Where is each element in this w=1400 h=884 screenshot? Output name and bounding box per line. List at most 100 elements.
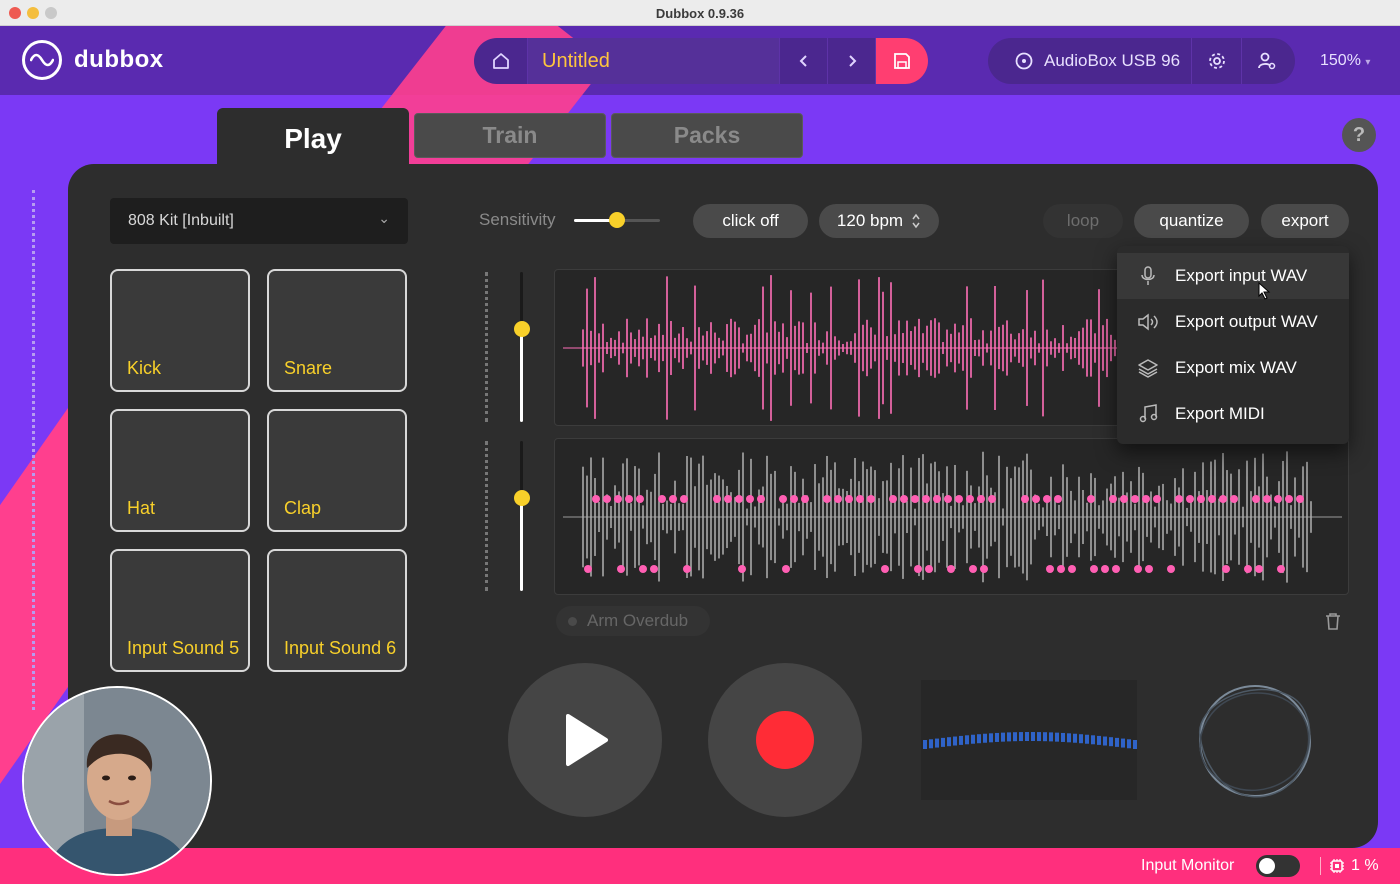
pad-hat[interactable]: Hat xyxy=(110,409,250,532)
home-button[interactable] xyxy=(474,38,528,84)
quantize-button[interactable]: quantize xyxy=(1134,204,1249,238)
kit-selector-value: 808 Kit [Inbuilt] xyxy=(128,212,234,229)
menu-item-label: Export output WAV xyxy=(1175,312,1318,331)
onset-marker xyxy=(977,495,985,503)
pad-snare[interactable]: Snare xyxy=(267,269,407,392)
onset-marker xyxy=(1244,565,1252,573)
lane-top-volume-handle[interactable] xyxy=(514,321,530,337)
level-segment xyxy=(929,739,933,749)
onset-marker xyxy=(1054,495,1062,503)
onset-marker xyxy=(1167,565,1175,573)
device-icon xyxy=(1015,52,1033,70)
onset-marker xyxy=(713,495,721,503)
tab-packs[interactable]: Packs xyxy=(611,113,803,158)
output-waveform xyxy=(563,451,1342,583)
up-down-icon xyxy=(912,213,920,229)
onset-marker xyxy=(955,495,963,503)
project-title[interactable]: Untitled xyxy=(528,38,780,84)
tab-train[interactable]: Train xyxy=(414,113,606,158)
level-segment xyxy=(1061,732,1065,742)
audio-device-group: AudioBox USB 96 xyxy=(988,38,1295,84)
pad-input-sound-5[interactable]: Input Sound 5 xyxy=(110,549,250,672)
pad-clap[interactable]: Clap xyxy=(267,409,407,532)
onset-marker xyxy=(823,495,831,503)
redo-button[interactable] xyxy=(828,38,876,84)
onset-marker xyxy=(1175,495,1183,503)
audio-device-selector[interactable]: AudioBox USB 96 xyxy=(988,38,1192,84)
loop-toggle[interactable]: loop xyxy=(1043,204,1123,238)
onset-marker xyxy=(1230,495,1238,503)
onset-marker xyxy=(1032,495,1040,503)
level-segment xyxy=(1097,735,1101,745)
sensitivity-handle[interactable] xyxy=(609,212,625,228)
record-button[interactable] xyxy=(708,663,862,817)
project-nav: Untitled xyxy=(474,38,928,84)
onset-marker xyxy=(603,495,611,503)
onset-marker xyxy=(790,495,798,503)
level-segment xyxy=(923,740,927,749)
export-button[interactable]: export xyxy=(1261,204,1349,238)
zoom-selector[interactable]: 150% ▾ xyxy=(1320,52,1370,70)
pad-label: Kick xyxy=(127,358,162,378)
lane-bottom-volume-handle[interactable] xyxy=(514,490,530,506)
onset-marker xyxy=(1222,565,1230,573)
onset-marker xyxy=(1043,495,1051,503)
zoom-value: 150% xyxy=(1320,52,1361,69)
onset-marker xyxy=(1090,565,1098,573)
input-level-display xyxy=(921,680,1137,800)
onset-marker xyxy=(592,495,600,503)
onset-marker xyxy=(1219,495,1227,503)
level-segment xyxy=(1037,732,1041,742)
pad-kick[interactable]: Kick xyxy=(110,269,250,392)
settings-button[interactable] xyxy=(1192,38,1242,84)
level-segment xyxy=(947,737,951,747)
menu-item-export-output-wav[interactable]: Export output WAV xyxy=(1117,299,1349,345)
click-toggle[interactable]: click off xyxy=(693,204,808,238)
kit-selector[interactable]: 808 Kit [Inbuilt] ⌄ xyxy=(110,198,408,244)
onset-marker xyxy=(724,495,732,503)
help-button[interactable]: ? xyxy=(1342,118,1376,152)
record-icon xyxy=(756,711,814,769)
level-segment xyxy=(1133,740,1137,749)
onset-marker xyxy=(1145,565,1153,573)
sensitivity-slider[interactable] xyxy=(574,212,660,228)
onset-marker xyxy=(933,495,941,503)
onset-marker xyxy=(988,495,996,503)
menu-item-export-input-wav[interactable]: Export input WAV xyxy=(1117,253,1349,299)
onset-marker xyxy=(1101,565,1109,573)
level-segment xyxy=(1049,732,1053,742)
onset-marker xyxy=(1142,495,1150,503)
menu-item-export-midi[interactable]: Export MIDI xyxy=(1117,391,1349,437)
audio-device-name: AudioBox USB 96 xyxy=(1044,51,1181,70)
level-segment xyxy=(1043,732,1047,742)
menu-item-label: Export mix WAV xyxy=(1175,358,1297,377)
level-meter-graphic xyxy=(923,732,1137,749)
user-settings-icon xyxy=(1258,52,1276,70)
level-segment xyxy=(1007,732,1011,742)
onset-marker xyxy=(1277,565,1285,573)
level-segment xyxy=(953,736,957,746)
level-segment xyxy=(959,735,963,745)
menu-item-label: Export MIDI xyxy=(1175,404,1265,423)
output-waveform-lane[interactable] xyxy=(554,438,1349,595)
level-segment xyxy=(965,735,969,745)
pad-input-sound-6[interactable]: Input Sound 6 xyxy=(267,549,407,672)
onset-marker xyxy=(947,565,955,573)
arm-overdub-toggle[interactable]: Arm Overdub xyxy=(556,606,710,636)
toggle-knob xyxy=(1259,858,1275,874)
save-button[interactable] xyxy=(876,38,928,84)
clear-button[interactable] xyxy=(1324,611,1342,636)
account-button[interactable] xyxy=(1242,38,1292,84)
side-indicator xyxy=(32,190,36,710)
tab-play[interactable]: Play xyxy=(217,108,409,170)
level-segment xyxy=(1019,732,1023,742)
undo-button[interactable] xyxy=(780,38,828,84)
lane-top-volume-fill xyxy=(520,329,523,422)
input-monitor-toggle[interactable] xyxy=(1256,855,1300,877)
onset-marker xyxy=(669,495,677,503)
onset-marker xyxy=(881,565,889,573)
lane-bottom-meter xyxy=(485,441,489,591)
menu-item-export-mix-wav[interactable]: Export mix WAV xyxy=(1117,345,1349,391)
bpm-stepper[interactable]: 120 bpm xyxy=(819,204,939,238)
play-button[interactable] xyxy=(508,663,662,817)
